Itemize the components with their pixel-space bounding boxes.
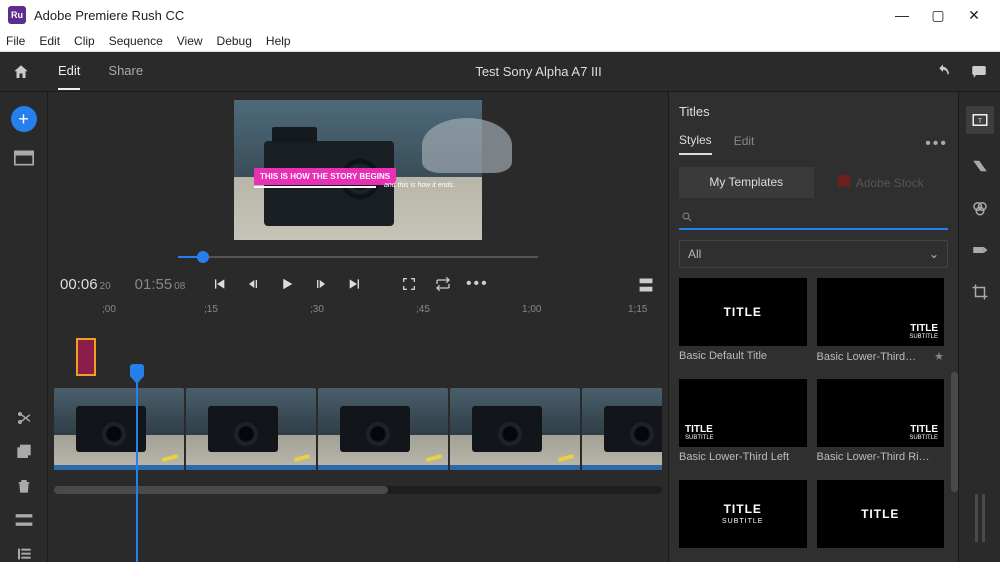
video-track[interactable] bbox=[54, 388, 662, 470]
playhead[interactable] bbox=[136, 372, 138, 562]
minimize-button[interactable]: — bbox=[884, 0, 920, 30]
window-titlebar: Ru Adobe Premiere Rush CC — ▢ ✕ bbox=[0, 0, 1000, 30]
timeline-scrollbar[interactable] bbox=[54, 486, 662, 494]
ruler-tick: ;45 bbox=[416, 304, 430, 315]
filter-dropdown[interactable]: All ⌄ bbox=[679, 240, 948, 268]
appbar: Edit Share Test Sony Alpha A7 III bbox=[0, 52, 1000, 92]
ruler-tick: ;30 bbox=[310, 304, 324, 315]
source-adobe-stock[interactable]: Adobe Stock bbox=[814, 167, 949, 198]
title-clip[interactable] bbox=[76, 338, 96, 376]
panel-menu-icon[interactable]: ••• bbox=[925, 135, 948, 153]
titles-tool-icon[interactable]: T bbox=[966, 106, 994, 134]
stock-icon bbox=[838, 175, 850, 187]
audio-meters bbox=[975, 494, 985, 542]
video-clip[interactable] bbox=[582, 388, 662, 466]
ruler-tick: ;00 bbox=[102, 304, 116, 315]
menu-help[interactable]: Help bbox=[266, 34, 291, 48]
expand-tracks-icon[interactable] bbox=[14, 546, 34, 562]
right-rail: T bbox=[958, 92, 1000, 562]
playback-controls: 00:0620 01:5508 ••• 〓 bbox=[48, 274, 668, 294]
menu-edit[interactable]: Edit bbox=[39, 34, 60, 48]
template-card[interactable]: TITLESUBTITLEBasic Lower-Third Left bbox=[679, 379, 807, 473]
title-track[interactable] bbox=[76, 338, 662, 376]
menubar: File Edit Clip Sequence View Debug Help bbox=[0, 30, 1000, 52]
step-forward-icon[interactable] bbox=[311, 274, 331, 294]
template-card[interactable]: TITLEBasic Default Title bbox=[679, 278, 807, 373]
template-card[interactable]: TITLESUBTITLEBasic Lower-Third Ri… bbox=[817, 379, 945, 473]
preview-subtitle-overlay: and this is how it ends. bbox=[384, 182, 455, 189]
template-label: Basic Default Title bbox=[679, 350, 807, 362]
menu-debug[interactable]: Debug bbox=[217, 34, 252, 48]
loop-icon[interactable] bbox=[433, 274, 453, 294]
left-rail: + bbox=[0, 92, 48, 562]
preview-title-overlay: THIS IS HOW THE STORY BEGINS bbox=[254, 168, 396, 185]
subtab-styles[interactable]: Styles bbox=[679, 133, 712, 155]
speed-tool-icon[interactable] bbox=[970, 240, 990, 260]
current-time: 00:0620 bbox=[60, 276, 111, 293]
timeline-ruler[interactable]: ;00 ;15 ;30 ;45 1;00 1;15 bbox=[54, 304, 662, 324]
subtab-edit[interactable]: Edit bbox=[734, 134, 755, 154]
video-clip[interactable] bbox=[450, 388, 580, 466]
panel-scrollbar[interactable] bbox=[951, 372, 958, 492]
timeline-options-icon[interactable]: 〓 bbox=[636, 274, 656, 294]
play-icon[interactable] bbox=[277, 274, 297, 294]
scrubber-thumb[interactable] bbox=[197, 251, 209, 263]
more-options-icon[interactable]: ••• bbox=[467, 274, 487, 294]
duration-time: 01:5508 bbox=[135, 276, 186, 293]
preview-monitor[interactable]: THIS IS HOW THE STORY BEGINS and this is… bbox=[234, 100, 482, 240]
menu-clip[interactable]: Clip bbox=[74, 34, 95, 48]
project-panel-icon[interactable] bbox=[14, 150, 34, 166]
undo-icon[interactable] bbox=[934, 63, 952, 81]
search-icon bbox=[681, 211, 693, 223]
titles-panel: Titles Styles Edit ••• My Templates Adob… bbox=[668, 92, 958, 562]
search-field[interactable] bbox=[679, 206, 948, 230]
video-clip[interactable] bbox=[54, 388, 184, 466]
search-input[interactable] bbox=[699, 210, 946, 224]
video-clip[interactable] bbox=[186, 388, 316, 466]
add-media-button[interactable]: + bbox=[11, 106, 37, 132]
maximize-button[interactable]: ▢ bbox=[920, 0, 956, 30]
duplicate-icon[interactable] bbox=[14, 444, 34, 460]
source-my-templates[interactable]: My Templates bbox=[679, 167, 814, 198]
panel-heading: Titles bbox=[679, 104, 948, 119]
ruler-tick: 1;00 bbox=[522, 304, 541, 315]
video-clip[interactable] bbox=[318, 388, 448, 466]
transitions-tool-icon[interactable] bbox=[970, 156, 990, 176]
star-icon[interactable]: ★ bbox=[934, 350, 944, 363]
template-card[interactable]: TITLESUBTITLE bbox=[679, 480, 807, 562]
close-button[interactable]: ✕ bbox=[956, 0, 992, 30]
go-to-start-icon[interactable] bbox=[209, 274, 229, 294]
tab-edit[interactable]: Edit bbox=[58, 53, 80, 90]
fullscreen-icon[interactable] bbox=[399, 274, 419, 294]
ruler-tick: ;15 bbox=[204, 304, 218, 315]
crop-tool-icon[interactable] bbox=[970, 282, 990, 302]
template-label: Basic Lower-Third Left bbox=[679, 451, 807, 463]
menu-view[interactable]: View bbox=[177, 34, 203, 48]
menu-file[interactable]: File bbox=[6, 34, 25, 48]
chevron-down-icon: ⌄ bbox=[929, 247, 939, 261]
template-card[interactable]: TITLE bbox=[817, 480, 945, 562]
trash-icon[interactable] bbox=[14, 478, 34, 494]
app-icon: Ru bbox=[8, 6, 26, 24]
step-back-icon[interactable] bbox=[243, 274, 263, 294]
svg-text:T: T bbox=[977, 118, 981, 125]
template-label: Basic Lower-Third Ri… bbox=[817, 451, 945, 463]
scissors-icon[interactable] bbox=[14, 410, 34, 426]
project-title: Test Sony Alpha A7 III bbox=[143, 64, 934, 79]
template-card[interactable]: TITLESUBTITLEBasic Lower-Third…★ bbox=[817, 278, 945, 373]
go-to-end-icon[interactable] bbox=[345, 274, 365, 294]
home-icon[interactable] bbox=[12, 63, 30, 81]
templates-grid: TITLEBasic Default TitleTITLESUBTITLEBas… bbox=[679, 278, 948, 562]
template-label: Basic Lower-Third…★ bbox=[817, 350, 945, 363]
comment-icon[interactable] bbox=[970, 63, 988, 81]
tracks-icon[interactable] bbox=[14, 512, 34, 528]
scrubber[interactable] bbox=[178, 248, 538, 266]
color-tool-icon[interactable] bbox=[970, 198, 990, 218]
ruler-tick: 1;15 bbox=[628, 304, 647, 315]
tab-share[interactable]: Share bbox=[108, 53, 143, 90]
menu-sequence[interactable]: Sequence bbox=[109, 34, 163, 48]
center-panel: THIS IS HOW THE STORY BEGINS and this is… bbox=[48, 92, 668, 562]
window-title: Adobe Premiere Rush CC bbox=[34, 8, 884, 23]
